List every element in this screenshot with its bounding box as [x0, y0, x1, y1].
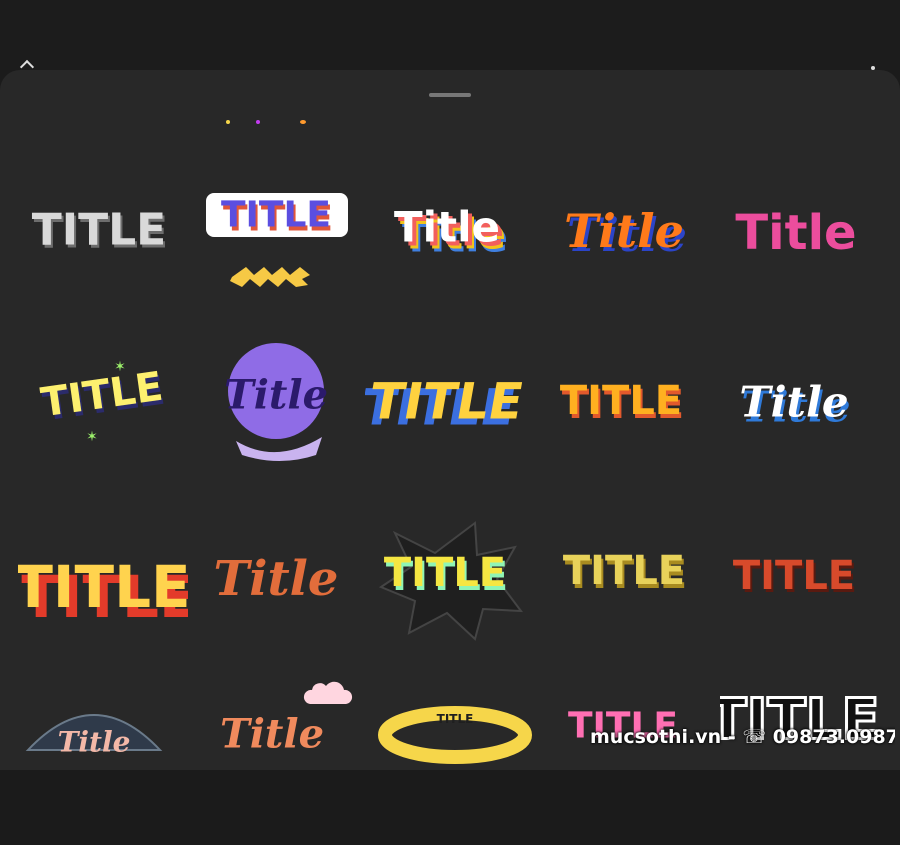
- style-tile-pastel-stars[interactable]: TITLE TITLE ✶ ✶: [20, 325, 190, 475]
- style-label: Title: [564, 204, 684, 258]
- decor-dot-icon: [226, 120, 230, 124]
- style-label: TITLE: [32, 205, 167, 256]
- style-label: Title: [58, 726, 131, 759]
- style-tile-grey-brick[interactable]: TITLE TITLE: [15, 155, 185, 305]
- squiggle-icon: [230, 267, 310, 287]
- style-label: TITLE: [733, 553, 855, 599]
- style-label: TITLE: [365, 372, 528, 431]
- style-label: TITLE: [384, 550, 506, 596]
- style-label: TITLE: [560, 378, 682, 424]
- style-tile-blue-script[interactable]: Title Title: [710, 325, 880, 475]
- style-label: TITLE: [38, 364, 165, 427]
- style-tile-crystal-ball[interactable]: Title: [192, 325, 362, 475]
- watermark-text: mucsothi.vn - ☏ 09873.09873: [590, 726, 895, 748]
- style-tile-rainbow-shadow[interactable]: Title Title Title Title: [365, 155, 535, 305]
- style-label: TITLE: [221, 195, 331, 236]
- style-label: Title: [739, 378, 848, 427]
- style-label: Title: [220, 711, 324, 758]
- style-label: TITLE: [437, 712, 474, 726]
- style-tile-pink-neon[interactable]: TITLE: [545, 690, 715, 840]
- style-tile-coral-serif[interactable]: Title: [192, 670, 362, 820]
- style-tile-orange-script[interactable]: Title Title: [540, 155, 710, 305]
- style-tile-yellow-ribbon[interactable]: TITLE: [375, 695, 545, 845]
- decor-dot-icon: [256, 120, 260, 124]
- cloud-icon: [303, 681, 353, 704]
- style-tile-dark-dome[interactable]: Title: [20, 680, 190, 830]
- style-tile-retro-sunset[interactable]: TITLE TITLE: [365, 325, 535, 475]
- star-icon: ✶: [114, 359, 126, 375]
- top-bar: [0, 0, 900, 75]
- style-label: Title: [394, 203, 500, 252]
- style-tile-red-condensed[interactable]: TITLE TITLE: [710, 505, 880, 655]
- hand-icon: [236, 437, 322, 461]
- style-label: TITLE: [563, 548, 685, 594]
- style-tile-orange-gradient[interactable]: TITLE TITLE: [535, 325, 705, 475]
- style-tile-gold-puffy[interactable]: TITLE TITLE: [540, 505, 710, 655]
- style-label: TITLE: [18, 553, 188, 621]
- sheet-drag-handle[interactable]: [429, 93, 471, 97]
- style-tile-blue-sticker[interactable]: TITLE TITLE: [192, 155, 362, 305]
- style-tile-colorful-serif[interactable]: Title: [192, 505, 362, 655]
- style-label: Title: [735, 205, 856, 261]
- star-icon: ✶: [86, 429, 98, 445]
- style-tile-yellow-burst[interactable]: TITLE TITLE: [365, 505, 535, 655]
- style-label: Title: [214, 551, 339, 607]
- style-tile-multicolor[interactable]: Title: [710, 155, 880, 305]
- style-tile-yellow-red-block[interactable]: TITLE TITLE: [18, 505, 188, 655]
- decor-star-icon: [300, 120, 306, 124]
- style-label: Title: [224, 372, 328, 419]
